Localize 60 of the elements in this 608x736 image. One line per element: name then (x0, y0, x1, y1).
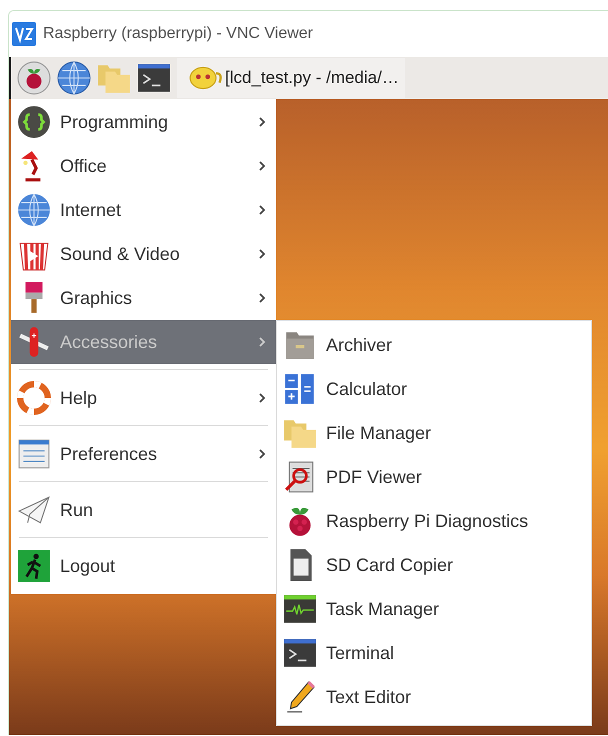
menu-item[interactable]: Help (11, 376, 276, 420)
menu-item[interactable]: PDF Viewer (277, 455, 591, 499)
menu-item[interactable]: Preferences (11, 432, 276, 476)
raspberry-menu-icon[interactable] (17, 61, 51, 95)
menu-item-label: Internet (60, 200, 122, 220)
menu-item-label: Raspberry Pi Diagnostics (326, 510, 530, 532)
menu-item-label: SD Card Copier (326, 554, 454, 576)
menu-item[interactable]: Sound & Video (11, 232, 276, 276)
lifebuoy-icon (17, 381, 51, 415)
calculator-icon (283, 372, 317, 406)
menu-item-label: Office (60, 156, 108, 176)
menu-item[interactable]: File Manager (277, 411, 591, 455)
menu-item-label: Archiver (326, 334, 394, 356)
menu-item-label: PDF Viewer (326, 466, 423, 488)
menu-item[interactable]: Raspberry Pi Diagnostics (277, 499, 591, 543)
menu-item[interactable]: Logout (11, 544, 276, 588)
globe-icon[interactable] (57, 61, 91, 95)
terminal-icon (283, 636, 317, 670)
menu-item[interactable]: Task Manager (277, 587, 591, 631)
task-button[interactable]: [lcd_test.py - /media/… (177, 58, 405, 98)
menu-item[interactable]: Text Editor (277, 675, 591, 719)
menu-item[interactable]: Archiver (277, 323, 591, 367)
menu-item-label: Accessories (60, 332, 158, 352)
menu-item[interactable]: Graphics (11, 276, 276, 320)
running-man-icon (17, 549, 51, 583)
menu-item[interactable]: Office (11, 144, 276, 188)
chevron-right-icon (258, 204, 266, 216)
menu-item-label: Calculator (326, 378, 408, 400)
pocket-knife-icon (17, 325, 51, 359)
window-title: Raspberry (raspberrypi) - VNC Viewer (43, 25, 313, 43)
menu-item-label: Text Editor (326, 686, 412, 708)
menu-item-label: Programming (60, 112, 170, 132)
terminal-icon[interactable] (137, 61, 171, 95)
menu-item-label: Sound & Video (60, 244, 181, 264)
menu-item[interactable]: Calculator (277, 367, 591, 411)
menu-item-label: Task Manager (326, 598, 440, 620)
vnc-logo-icon (12, 22, 36, 46)
braces-icon (17, 105, 51, 139)
globe-icon (17, 193, 51, 227)
menu-item-label: Graphics (60, 288, 134, 308)
menu-item[interactable]: Internet (11, 188, 276, 232)
menu-item-label: Terminal (326, 642, 396, 664)
chevron-right-icon (258, 392, 266, 404)
menu-item[interactable]: Terminal (277, 631, 591, 675)
menu-item[interactable]: Run (11, 488, 276, 532)
menu-item[interactable]: Programming (11, 100, 276, 144)
menu-item-label: Preferences (60, 444, 158, 464)
monitor-graph-icon (283, 592, 317, 626)
menu-item-label: File Manager (326, 422, 432, 444)
chevron-right-icon (258, 116, 266, 128)
chevron-right-icon (258, 248, 266, 260)
chevron-right-icon (258, 448, 266, 460)
sliders-icon (17, 437, 51, 471)
menu-item-label: Run (60, 500, 94, 520)
chevron-right-icon (258, 292, 266, 304)
chevron-right-icon (258, 336, 266, 348)
menu-item-label: Help (60, 388, 98, 408)
menu-item[interactable]: SD Card Copier (277, 543, 591, 587)
chevron-right-icon (258, 160, 266, 172)
menu-item-label: Logout (60, 556, 116, 576)
